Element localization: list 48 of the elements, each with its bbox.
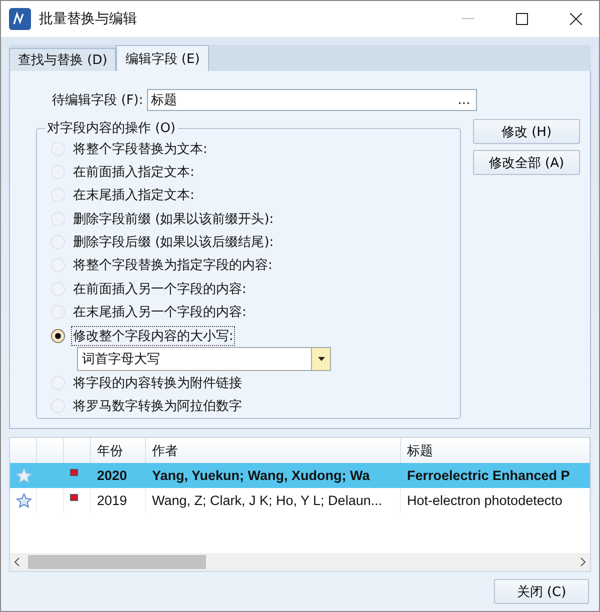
app-icon [9,8,31,30]
field-label: 待编辑字段 (F): [52,92,144,109]
window-title: 批量替换与编辑 [39,10,138,28]
close-dialog-button[interactable]: 关闭 (C) [494,579,589,604]
group-title: 对字段内容的操作 (O) [46,120,177,137]
option-label: 在前面插入另一个字段的内容: [72,280,248,299]
option-label: 将整个字段替换为指定字段的内容: [72,257,274,276]
case-dropdown[interactable]: 词首字母大写 [77,347,331,372]
field-select[interactable]: 标题 ... [147,89,478,111]
column-header[interactable] [64,438,91,463]
option-label: 将整个字段替换为文本: [72,140,208,159]
table-row[interactable]: 2019 Wang, Z; Clark, J K; Ho, Y L; Delaun... Hot-electron photodetecto [10,488,590,513]
column-header[interactable]: 标题 [401,438,590,463]
option-label: 在末尾插入另一个字段的内容: [72,304,248,322]
table-cell: Ferroelectric Enhanced P [401,463,590,488]
table-cell: Wang, Z; Clark, J K; Ho, Y L; Delaun... [146,488,401,513]
table-cell: 2020 [91,463,146,488]
close-icon [570,13,582,25]
action-button[interactable]: 修改 (H) [473,119,580,144]
table-row[interactable]: 2020 Yang, Yuekun; Wang, Xudong; Wa Ferroelectric Enhanced P [10,463,590,488]
flag-icon [70,469,78,476]
maximize-icon [516,13,528,25]
minimize-icon [462,18,474,20]
column-header[interactable] [10,438,37,463]
option-label: 将字段的内容转换为附件链接 [72,374,243,393]
horizontal-scrollbar[interactable] [10,553,590,571]
radio-button[interactable] [51,328,65,343]
flag-icon [70,494,78,501]
table-cell: 2019 [91,488,146,513]
option-label: 删除字段前缀 (如果以该前缀开头): [72,210,275,229]
option-label: 在前面插入指定文本: [72,164,196,182]
tab[interactable]: 查找与替换 (D) [9,48,116,71]
scroll-left-icon[interactable] [14,557,20,567]
option-label: 在末尾插入指定文本: [72,187,196,206]
option-label: 将罗马数字转换为阿拉伯数字 [72,398,243,416]
table-cell: Yang, Yuekun; Wang, Xudong; Wa [146,463,401,488]
column-header[interactable] [37,438,64,463]
caret-icon [318,357,324,362]
column-header[interactable]: 作者 [146,438,401,463]
star-icon [16,468,32,484]
column-header[interactable]: 年份 [91,438,146,463]
option-label: 删除字段后缀 (如果以该后缀结尾): [72,234,275,252]
tab[interactable]: 编辑字段 (E) [116,45,209,71]
scroll-right-icon[interactable] [580,557,586,567]
star-icon [16,492,32,508]
table-cell: Hot-electron photodetecto [401,488,590,513]
option-label: 修改整个字段内容的大小写: [71,326,236,346]
action-button[interactable]: 修改全部 (A) [473,150,580,175]
